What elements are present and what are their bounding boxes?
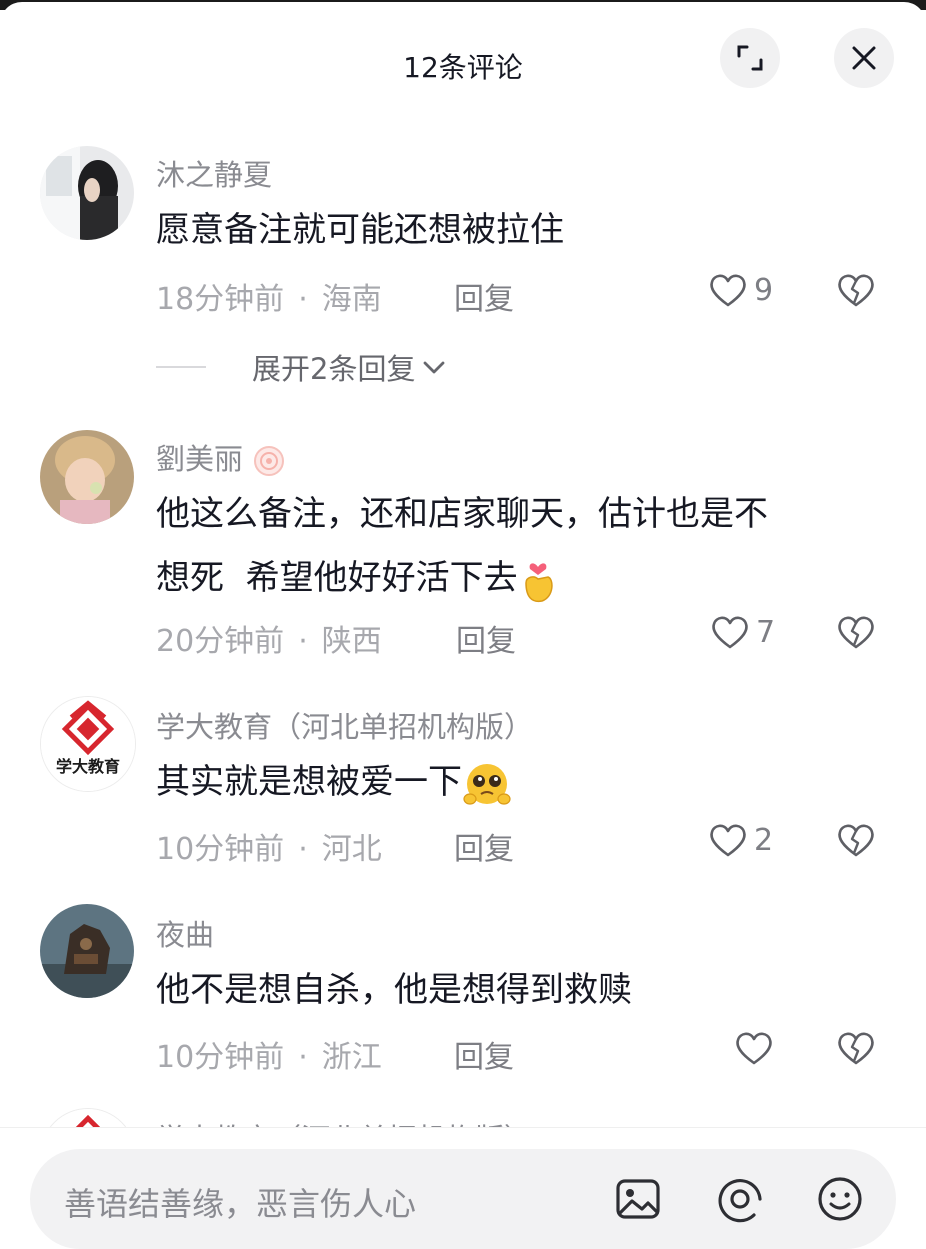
reply-button[interactable]: 回复 [454, 1032, 514, 1076]
mention-button[interactable] [716, 1175, 764, 1227]
like-button[interactable] [734, 1030, 780, 1066]
like-count: 7 [756, 614, 776, 650]
divider-line [156, 366, 206, 368]
emoji-button[interactable] [816, 1175, 864, 1227]
broken-heart-icon [838, 616, 874, 649]
comment-text: 他这么备注，还和店家聊天，估计也是不 想死 希望他好好活下去 [156, 482, 876, 610]
comment-meta: 20分钟前 · 陕西 [156, 616, 382, 660]
comment-author[interactable]: 劉美丽 [156, 436, 286, 478]
comment-text: 他不是想自杀，他是想得到救赎 [156, 970, 632, 1010]
meta-separator: · [298, 1040, 308, 1075]
comment-author-name: 劉美丽 [156, 442, 244, 476]
comment-time: 18分钟前 [156, 282, 285, 317]
comment-text: 愿意备注就可能还想被拉住 [156, 210, 564, 250]
comment-text: 其实就是想被爱一下 [156, 750, 876, 814]
heart-icon [710, 274, 746, 307]
heart-icon [710, 824, 746, 857]
comment-input[interactable]: 善语结善缘，恶言伤人心 [30, 1149, 896, 1249]
dislike-button[interactable] [836, 272, 876, 312]
expand-button[interactable] [720, 28, 780, 88]
comment-location: 浙江 [321, 1040, 382, 1075]
avatar[interactable] [40, 146, 134, 240]
expand-icon [737, 45, 763, 71]
comment-sheet: 12条评论 沐之静夏 愿意备注就可能还想被拉住 18分钟前 · 海南 回复 9 … [0, 2, 926, 1249]
like-button[interactable]: 2 [708, 822, 773, 858]
close-button[interactable] [834, 28, 894, 88]
comment-text-body: 其实就是想被爱一下 [156, 762, 462, 802]
comment-location: 陕西 [321, 624, 382, 659]
like-count: 2 [754, 822, 774, 858]
comment-meta: 18分钟前 · 海南 [156, 274, 382, 318]
avatar[interactable]: 学大教育 [40, 696, 136, 792]
emoji-icon [818, 1177, 862, 1221]
avatar[interactable] [40, 904, 134, 998]
dislike-button[interactable] [836, 614, 876, 654]
image-button[interactable] [614, 1175, 662, 1227]
comment-time: 20分钟前 [156, 624, 285, 659]
broken-heart-icon [838, 824, 874, 857]
meta-separator: · [298, 832, 308, 867]
broken-heart-icon [838, 1032, 874, 1065]
pleading-face-emoji [463, 763, 511, 805]
like-count: 9 [754, 272, 774, 308]
reply-button[interactable]: 回复 [456, 616, 516, 660]
comment-author[interactable]: 学大教育（河北单招机构版） [156, 704, 533, 746]
like-button[interactable]: 9 [708, 272, 773, 308]
comment-count-title: 12条评论 [403, 51, 523, 84]
comment-author[interactable]: 沐之静夏 [156, 152, 272, 194]
badge-icon [254, 446, 285, 476]
comment-location: 海南 [321, 282, 382, 317]
comment-meta: 10分钟前 · 河北 [156, 824, 382, 868]
dislike-button[interactable] [836, 1030, 876, 1070]
comment-author[interactable]: 夜曲 [156, 912, 214, 954]
finger-heart-emoji [524, 562, 553, 602]
avatar[interactable] [40, 430, 134, 524]
meta-separator: · [298, 624, 308, 659]
comment-text-line: 他这么备注，还和店家聊天，估计也是不 [156, 494, 768, 534]
avatar-brand-text: 学大教育 [55, 757, 120, 776]
comment-location: 河北 [321, 832, 382, 867]
comment-text-line: 想死 希望他好好活下去 [156, 546, 876, 610]
heart-icon [736, 1032, 772, 1065]
expand-replies-button[interactable]: 展开2条回复 [156, 346, 447, 388]
heart-icon [712, 616, 748, 649]
at-icon [718, 1179, 762, 1223]
dislike-button[interactable] [836, 822, 876, 862]
close-icon [852, 46, 876, 70]
like-button[interactable]: 7 [710, 614, 775, 650]
chevron-down-icon [424, 361, 445, 374]
sheet-header: 12条评论 [0, 2, 926, 122]
reply-button[interactable]: 回复 [454, 274, 514, 318]
comment-time: 10分钟前 [156, 1040, 285, 1075]
broken-heart-icon [838, 274, 874, 307]
reply-button[interactable]: 回复 [454, 824, 514, 868]
comment-text-line-2: 想死 希望他好好活下去 [156, 558, 518, 598]
meta-separator: · [298, 282, 308, 317]
expand-replies-label: 展开2条回复 [252, 352, 416, 386]
comment-meta: 10分钟前 · 浙江 [156, 1032, 382, 1076]
comment-input-bar: 善语结善缘，恶言伤人心 [0, 1127, 926, 1249]
comment-input-placeholder: 善语结善缘，恶言伤人心 [64, 1185, 417, 1223]
image-icon [616, 1179, 660, 1219]
comment-time: 10分钟前 [156, 832, 285, 867]
